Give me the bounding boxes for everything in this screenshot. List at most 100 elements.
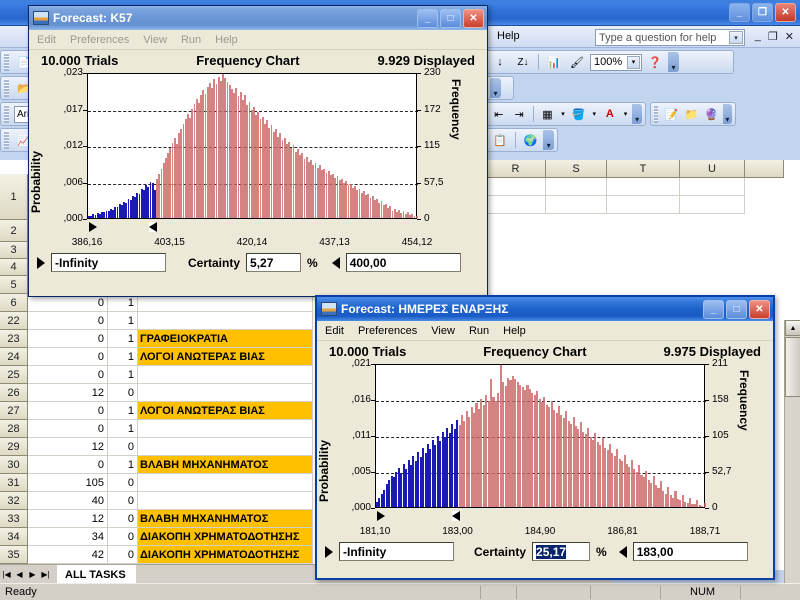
doc-restore-icon[interactable]: ❐ [768, 30, 778, 43]
forecast-window-k57[interactable]: Forecast: K57 _ □ ✕ Edit Preferences Vie… [28, 5, 488, 297]
menu-item-help[interactable]: Help [497, 30, 520, 42]
row-header[interactable]: 33 [0, 510, 28, 528]
column-header-v[interactable] [745, 160, 784, 178]
table-cell[interactable]: ΛΟΓΟΙ ΑΝΩΤΕΡΑΣ ΒΙΑΣ [138, 402, 313, 420]
column-header-t[interactable]: T [607, 160, 680, 178]
row-header-4[interactable]: 4 [0, 259, 28, 276]
range-marker-right[interactable] [148, 222, 157, 232]
forecast1-menu-view[interactable]: View [143, 34, 167, 46]
cell[interactable] [546, 178, 607, 196]
left-grabber-icon[interactable] [325, 545, 333, 558]
chevron-down-icon[interactable]: ▾ [590, 104, 598, 124]
row-header[interactable]: 29 [0, 438, 28, 456]
table-cell[interactable]: 0 [108, 492, 138, 510]
table-cell[interactable]: 0 [108, 474, 138, 492]
table-cell[interactable]: 0 [28, 312, 108, 330]
row-header-5[interactable]: 5 [0, 276, 28, 294]
row-header[interactable]: 27 [0, 402, 28, 420]
cell[interactable] [680, 178, 745, 196]
table-cell[interactable] [138, 420, 313, 438]
table-cell[interactable]: 1 [108, 420, 138, 438]
chevron-down-icon[interactable]: ▾ [559, 104, 567, 124]
table-cell[interactable]: 0 [28, 456, 108, 474]
toolbar-cb-tools[interactable]: 📋 🌍 ▾ [486, 128, 558, 152]
forecast1-menu-help[interactable]: Help [215, 34, 238, 46]
help-icon[interactable]: ❓ [645, 52, 665, 72]
table-cell[interactable]: 0 [108, 438, 138, 456]
table-cell[interactable]: 0 [28, 402, 108, 420]
forecast1-maximize-button[interactable]: □ [440, 8, 461, 28]
cell[interactable] [607, 178, 680, 196]
row-header[interactable]: 31 [0, 474, 28, 492]
next-sheet-icon[interactable]: ▶ [26, 567, 39, 581]
forecast1-menu-preferences[interactable]: Preferences [70, 34, 129, 46]
row-header-3[interactable]: 3 [0, 242, 28, 259]
toolbar-options-icon[interactable]: ▾ [632, 104, 642, 124]
forecast2-min-field[interactable]: -Infinity [339, 542, 454, 561]
forecast2-menu-run[interactable]: Run [469, 325, 489, 337]
forecast2-menu-help[interactable]: Help [503, 325, 526, 337]
drawing-icon[interactable]: 🖌 [567, 52, 587, 72]
toolbar-grip[interactable] [4, 53, 9, 71]
cell[interactable] [607, 196, 680, 214]
chevron-down-icon[interactable]: ▾ [622, 104, 630, 124]
doc-minimize-icon[interactable]: _ [755, 30, 761, 43]
table-cell[interactable]: 0 [28, 420, 108, 438]
table-cell[interactable]: 40 [28, 492, 108, 510]
row-header[interactable]: 32 [0, 492, 28, 510]
forecast-chart-icon[interactable]: 🔮 [703, 104, 720, 124]
chevron-down-icon[interactable]: ▾ [729, 31, 743, 44]
table-cell[interactable]: ΛΟΓΟΙ ΑΝΩΤΕΡΑΣ ΒΙΑΣ [138, 348, 313, 366]
table-cell[interactable]: 12 [28, 384, 108, 402]
forecast2-menu-view[interactable]: View [431, 325, 455, 337]
row-header[interactable]: 6 [0, 294, 28, 312]
toolbar-grip[interactable] [4, 105, 9, 123]
forecast2-menu-bar[interactable]: Edit Preferences View Run Help [317, 321, 773, 341]
table-cell[interactable]: 0 [108, 546, 138, 564]
sort-descending-icon[interactable]: ↓ [490, 52, 510, 72]
cell[interactable] [680, 196, 745, 214]
row-header[interactable]: 30 [0, 456, 28, 474]
toolbar-options-icon[interactable]: ▾ [543, 130, 554, 150]
table-cell[interactable]: 0 [28, 348, 108, 366]
table-cell[interactable]: 42 [28, 546, 108, 564]
toolbar-grip[interactable] [4, 131, 9, 149]
scrollbar-thumb[interactable] [785, 337, 800, 397]
row-header[interactable]: 28 [0, 420, 28, 438]
table-cell[interactable]: 1 [108, 330, 138, 348]
table-cell[interactable] [138, 384, 313, 402]
table-cell[interactable]: 1 [108, 312, 138, 330]
toolbar-options-icon[interactable]: ▾ [722, 104, 732, 124]
forecast2-window-controls[interactable]: _ □ ✕ [703, 299, 770, 319]
table-cell[interactable]: ΔΙΑΚΟΠΗ ΧΡΗΜΑΤΟΔΟΤΗΣΗΣ [138, 528, 313, 546]
horizontal-scrollbar-corner[interactable] [784, 564, 800, 583]
increase-indent-icon[interactable]: ⇥ [510, 104, 527, 124]
chevron-down-icon[interactable]: ▾ [627, 55, 640, 69]
forecast2-max-field[interactable]: 183,00 [632, 542, 748, 561]
forecast1-menu-edit[interactable]: Edit [37, 34, 56, 46]
scroll-up-icon[interactable]: ▲ [785, 320, 800, 336]
forecast2-maximize-button[interactable]: □ [726, 299, 747, 319]
excel-close-button[interactable]: ✕ [775, 3, 796, 22]
forecast1-max-field[interactable]: 400,00 [345, 253, 461, 272]
sheet-tab-all-tasks[interactable]: ALL TASKS [57, 565, 136, 583]
borders-icon[interactable]: ▦ [539, 104, 556, 124]
table-cell[interactable] [138, 366, 313, 384]
forecast1-certainty-field[interactable]: 5,27 [246, 253, 302, 272]
right-grabber-icon[interactable] [618, 545, 627, 558]
table-cell[interactable]: 0 [108, 384, 138, 402]
toolbar-options-icon[interactable]: ▾ [668, 52, 679, 72]
table-cell[interactable]: 105 [28, 474, 108, 492]
ask-a-question-input[interactable]: Type a question for help ▾ [595, 29, 745, 46]
table-cell[interactable]: ΒΛΑΒΗ ΜΗΧΑΝΗΜΑΤΟΣ [138, 456, 313, 474]
table-cell[interactable]: 12 [28, 438, 108, 456]
table-cell[interactable]: 34 [28, 528, 108, 546]
table-cell[interactable]: 1 [108, 402, 138, 420]
forecast2-menu-edit[interactable]: Edit [325, 325, 344, 337]
font-color-icon[interactable]: A [601, 104, 618, 124]
range-marker-left[interactable] [89, 222, 97, 232]
sort-za-icon[interactable]: Z↓ [513, 52, 533, 72]
row-header-1[interactable]: 1 [0, 174, 28, 220]
define-assumption-icon[interactable]: 📝 [663, 104, 680, 124]
table-cell[interactable]: 0 [108, 528, 138, 546]
